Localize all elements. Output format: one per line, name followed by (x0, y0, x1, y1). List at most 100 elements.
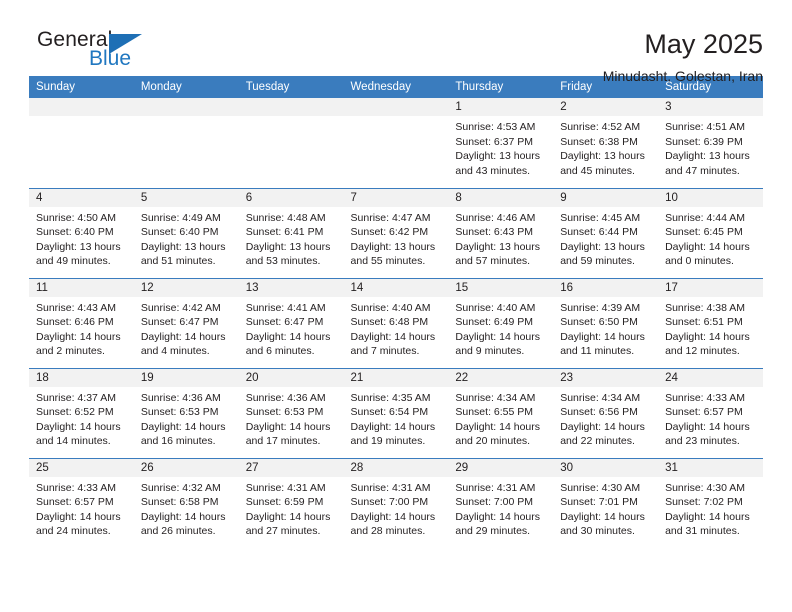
day-cell[interactable]: 8 Sunrise: 4:46 AM Sunset: 6:43 PM Dayli… (448, 187, 554, 278)
sunrise-text: Sunrise: 4:34 AM (560, 391, 641, 404)
daylight-text-line2: and 47 minutes. (665, 164, 740, 177)
daylight-text-line2: and 19 minutes. (350, 435, 426, 447)
day-cell[interactable]: 31 Sunrise: 4:30 AM Sunset: 7:02 PM Dayl… (658, 457, 763, 548)
day-cell[interactable]: 7 Sunrise: 4:47 AM Sunset: 6:42 PM Dayli… (343, 187, 449, 278)
sunset-text: Sunset: 6:57 PM (665, 406, 743, 418)
sunset-text: Sunset: 6:55 PM (455, 406, 534, 418)
day-cell[interactable]: 4 Sunrise: 4:50 AM Sunset: 6:40 PM Dayli… (29, 187, 134, 278)
day-number: 26 (133, 458, 239, 477)
daylight-text-line1: Daylight: 14 hours (245, 510, 331, 523)
day-details: Sunrise: 4:30 AM Sunset: 7:02 PM Dayligh… (658, 477, 763, 539)
day-cell[interactable]: 14 Sunrise: 4:40 AM Sunset: 6:48 PM Dayl… (343, 277, 449, 368)
daylight-text-line1: Daylight: 13 hours (560, 150, 645, 162)
day-details: Sunrise: 4:33 AM Sunset: 6:57 PM Dayligh… (29, 477, 134, 539)
general-blue-logo[interactable]: General Blue (29, 28, 159, 80)
sunrise-text: Sunrise: 4:48 AM (245, 211, 326, 224)
sunset-text: Sunset: 6:56 PM (560, 406, 638, 418)
day-number: 13 (238, 278, 344, 297)
day-cell[interactable]: 26 Sunrise: 4:32 AM Sunset: 6:58 PM Dayl… (133, 457, 239, 548)
day-number: 4 (29, 188, 134, 207)
day-number: 11 (29, 278, 134, 297)
daylight-text-line1: Daylight: 14 hours (665, 240, 750, 253)
day-details: Sunrise: 4:40 AM Sunset: 6:49 PM Dayligh… (448, 297, 553, 359)
daylight-text-line1: Daylight: 14 hours (665, 330, 750, 343)
day-number: 25 (29, 458, 134, 477)
calendar-week-row: 4 Sunrise: 4:50 AM Sunset: 6:40 PM Dayli… (29, 187, 763, 278)
day-number: 21 (343, 368, 449, 387)
day-cell[interactable]: 16 Sunrise: 4:39 AM Sunset: 6:50 PM Dayl… (553, 277, 659, 368)
day-cell[interactable]: 2 Sunrise: 4:52 AM Sunset: 6:38 PM Dayli… (553, 98, 659, 188)
day-number: 29 (448, 458, 554, 477)
sunrise-text: Sunrise: 4:33 AM (665, 391, 746, 404)
day-cell[interactable]: 10 Sunrise: 4:44 AM Sunset: 6:45 PM Dayl… (658, 187, 763, 278)
daylight-text-line1: Daylight: 14 hours (245, 420, 331, 433)
day-number: 14 (343, 278, 449, 297)
day-number: 22 (448, 368, 554, 387)
calendar-week-row: 25 Sunrise: 4:33 AM Sunset: 6:57 PM Dayl… (29, 457, 763, 548)
day-number: 19 (133, 368, 239, 387)
day-cell[interactable]: 30 Sunrise: 4:30 AM Sunset: 7:01 PM Dayl… (553, 457, 659, 548)
sunrise-text: Sunrise: 4:36 AM (140, 391, 221, 404)
day-cell[interactable]: 18 Sunrise: 4:37 AM Sunset: 6:52 PM Dayl… (29, 367, 134, 458)
daylight-text-line2: and 20 minutes. (455, 435, 531, 447)
daylight-text-line1: Daylight: 14 hours (560, 330, 645, 343)
day-cell[interactable]: 15 Sunrise: 4:40 AM Sunset: 6:49 PM Dayl… (448, 277, 554, 368)
sunset-text: Sunset: 6:42 PM (350, 226, 429, 238)
sunrise-text: Sunrise: 4:46 AM (455, 211, 536, 224)
daylight-text-line1: Daylight: 14 hours (665, 420, 750, 433)
day-cell[interactable]: 19 Sunrise: 4:36 AM Sunset: 6:53 PM Dayl… (133, 367, 239, 458)
daylight-text-line1: Daylight: 14 hours (140, 510, 226, 523)
day-cell[interactable]: 28 Sunrise: 4:31 AM Sunset: 7:00 PM Dayl… (343, 457, 449, 548)
sunrise-text: Sunrise: 4:41 AM (245, 301, 326, 314)
day-details: Sunrise: 4:40 AM Sunset: 6:48 PM Dayligh… (344, 297, 449, 359)
day-cell[interactable]: 9 Sunrise: 4:45 AM Sunset: 6:44 PM Dayli… (553, 187, 659, 278)
sunset-text: Sunset: 6:43 PM (455, 226, 534, 238)
day-cell[interactable]: 17 Sunrise: 4:38 AM Sunset: 6:51 PM Dayl… (658, 277, 763, 368)
day-number: 17 (658, 278, 763, 297)
page-title: May 2025 (644, 29, 763, 59)
day-details: Sunrise: 4:50 AM Sunset: 6:40 PM Dayligh… (29, 207, 134, 269)
day-number: 20 (238, 368, 344, 387)
day-number: 27 (238, 458, 344, 477)
day-cell[interactable]: 1 Sunrise: 4:53 AM Sunset: 6:37 PM Dayli… (448, 98, 554, 188)
day-cell[interactable]: 23 Sunrise: 4:34 AM Sunset: 6:56 PM Dayl… (553, 367, 659, 458)
sunrise-text: Sunrise: 4:51 AM (665, 121, 746, 133)
sunrise-text: Sunrise: 4:31 AM (350, 481, 431, 494)
day-details: Sunrise: 4:45 AM Sunset: 6:44 PM Dayligh… (553, 207, 658, 269)
day-cell[interactable]: 11 Sunrise: 4:43 AM Sunset: 6:46 PM Dayl… (29, 277, 134, 368)
day-cell[interactable]: 24 Sunrise: 4:33 AM Sunset: 6:57 PM Dayl… (658, 367, 763, 458)
day-cell[interactable]: 3 Sunrise: 4:51 AM Sunset: 6:39 PM Dayli… (658, 98, 763, 188)
day-cell[interactable]: 21 Sunrise: 4:35 AM Sunset: 6:54 PM Dayl… (343, 367, 449, 458)
daylight-text-line1: Daylight: 13 hours (36, 240, 121, 253)
day-details: Sunrise: 4:53 AM Sunset: 6:37 PM Dayligh… (448, 116, 553, 178)
sunset-text: Sunset: 7:00 PM (350, 496, 429, 508)
daylight-text-line1: Daylight: 14 hours (36, 510, 121, 523)
day-details: Sunrise: 4:33 AM Sunset: 6:57 PM Dayligh… (658, 387, 763, 449)
day-number: 18 (29, 368, 134, 387)
day-cell[interactable]: 12 Sunrise: 4:42 AM Sunset: 6:47 PM Dayl… (133, 277, 239, 368)
daylight-text-line1: Daylight: 14 hours (36, 420, 121, 433)
sunrise-text: Sunrise: 4:53 AM (455, 121, 536, 133)
day-number: 2 (553, 98, 659, 116)
day-cell[interactable]: 5 Sunrise: 4:49 AM Sunset: 6:40 PM Dayli… (133, 187, 239, 278)
sunrise-text: Sunrise: 4:44 AM (665, 211, 746, 224)
day-cell[interactable]: 22 Sunrise: 4:34 AM Sunset: 6:55 PM Dayl… (448, 367, 554, 458)
daylight-text-line2: and 16 minutes. (140, 435, 216, 447)
day-number (133, 98, 239, 116)
day-details: Sunrise: 4:41 AM Sunset: 6:47 PM Dayligh… (239, 297, 344, 359)
day-cell[interactable]: 13 Sunrise: 4:41 AM Sunset: 6:47 PM Dayl… (238, 277, 344, 368)
daylight-text-line1: Daylight: 13 hours (140, 240, 226, 253)
sunrise-sunset-calendar: Sunday Monday Tuesday Wednesday Thursday… (29, 76, 763, 548)
daylight-text-line2: and 24 minutes. (36, 525, 111, 537)
day-cell[interactable]: 20 Sunrise: 4:36 AM Sunset: 6:53 PM Dayl… (238, 367, 344, 458)
day-cell[interactable]: 27 Sunrise: 4:31 AM Sunset: 6:59 PM Dayl… (238, 457, 344, 548)
sunrise-text: Sunrise: 4:39 AM (560, 301, 641, 314)
daylight-text-line2: and 23 minutes. (665, 435, 740, 447)
day-cell[interactable]: 29 Sunrise: 4:31 AM Sunset: 7:00 PM Dayl… (448, 457, 554, 548)
day-details: Sunrise: 4:34 AM Sunset: 6:55 PM Dayligh… (448, 387, 553, 449)
daylight-text-line2: and 0 minutes. (665, 255, 734, 267)
sunset-text: Sunset: 6:48 PM (350, 316, 429, 328)
day-cell[interactable]: 6 Sunrise: 4:48 AM Sunset: 6:41 PM Dayli… (238, 187, 344, 278)
calendar-week-row: 18 Sunrise: 4:37 AM Sunset: 6:52 PM Dayl… (29, 367, 763, 458)
day-cell[interactable]: 25 Sunrise: 4:33 AM Sunset: 6:57 PM Dayl… (29, 457, 134, 548)
